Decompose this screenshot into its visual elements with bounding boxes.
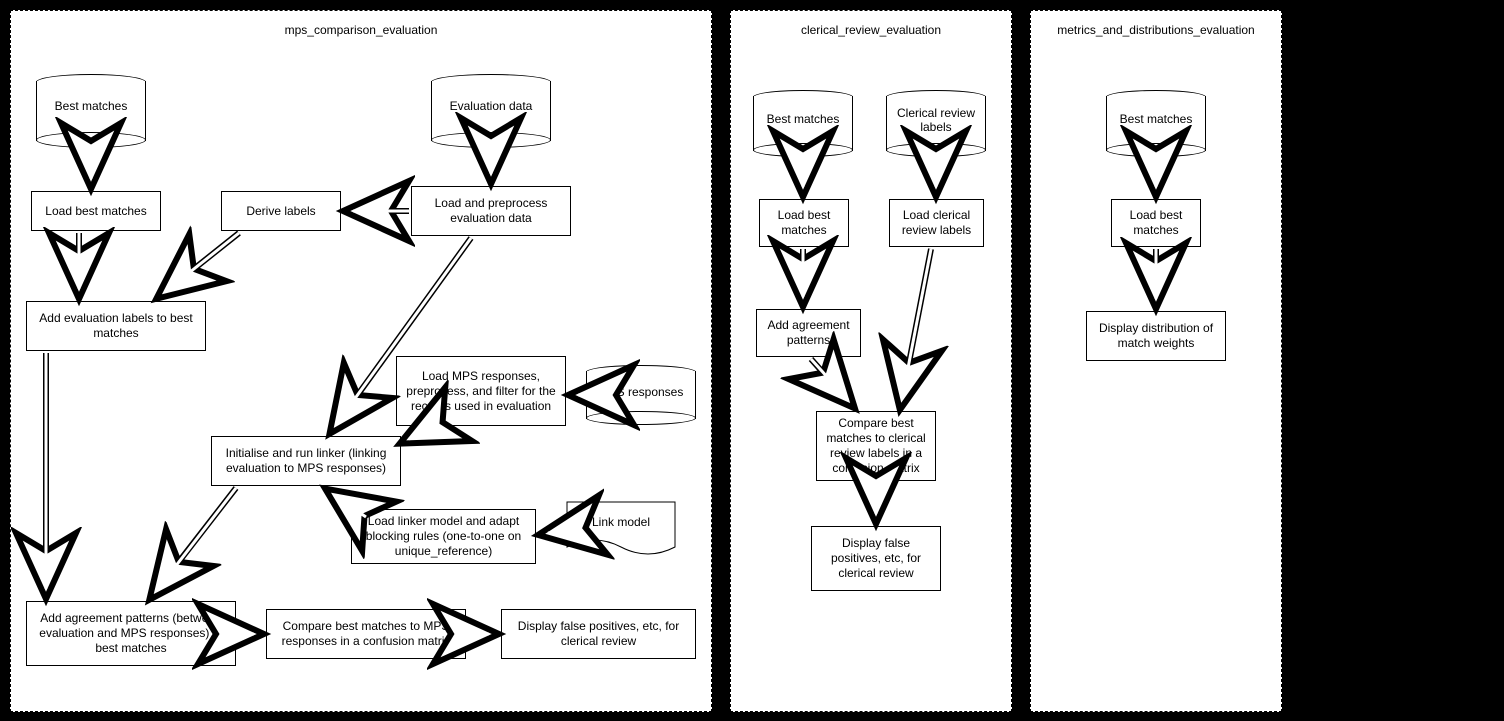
box-init-run-linker: Initialise and run linker (linking evalu… (211, 436, 401, 486)
panel-clerical-review: clerical_review_evaluation Best matches … (730, 10, 1012, 712)
box-compare-confusion-matrix: Compare best matches to MPS responses in… (266, 609, 466, 659)
arrow (901, 249, 931, 404)
cylinder-best-matches: Best matches (753, 96, 853, 151)
box-load-clerical-labels: Load clerical review labels (889, 199, 984, 247)
box-display-false-positives: Display false positives, etc, for cleric… (811, 526, 941, 591)
cylinder-label: Best matches (1106, 112, 1206, 126)
panel-mps-comparison: mps_comparison_evaluation Best matches E… (10, 10, 712, 712)
box-load-linker-model: Load linker model and adapt blocking rul… (351, 509, 536, 564)
diagram-stage: mps_comparison_evaluation Best matches E… (0, 0, 1504, 721)
cylinder-label: Evaluation data (431, 99, 551, 113)
cylinder-best-matches: Best matches (36, 81, 146, 141)
cylinder-best-matches: Best matches (1106, 96, 1206, 151)
box-add-agreement-patterns: Add agreement patterns (between evaluati… (26, 601, 236, 666)
box-load-best-matches: Load best matches (1111, 199, 1201, 247)
box-derive-labels: Derive labels (221, 191, 341, 231)
arrow (811, 359, 851, 404)
box-compare-confusion-matrix: Compare best matches to clerical review … (816, 411, 936, 481)
panel-title: clerical_review_evaluation (731, 23, 1011, 37)
cylinder-label: Best matches (36, 99, 146, 113)
panel-title: mps_comparison_evaluation (11, 23, 711, 37)
box-add-agreement-patterns: Add agreement patterns (756, 309, 861, 357)
box-display-false-positives: Display false positives, etc, for cleric… (501, 609, 696, 659)
box-load-best-matches: Load best matches (31, 191, 161, 231)
arrow (544, 531, 564, 534)
box-display-distribution: Display distribution of match weights (1086, 311, 1226, 361)
cylinder-label: Best matches (753, 112, 853, 126)
arrow (161, 233, 239, 295)
document-label: Link model (566, 515, 676, 529)
document-link-model: Link model (566, 501, 676, 561)
arrow (153, 488, 236, 595)
cylinder-evaluation-data: Evaluation data (431, 81, 551, 141)
box-load-best-matches: Load best matches (759, 199, 849, 247)
cylinder-clerical-labels: Clerical review labels (886, 96, 986, 151)
cylinder-label: MPS responses (586, 385, 696, 399)
panel-metrics-distributions: metrics_and_distributions_evaluation Bes… (1030, 10, 1282, 712)
arrow (405, 428, 431, 441)
cylinder-mps-responses: MPS responses (586, 371, 696, 419)
box-load-preprocess-eval: Load and preprocess evaluation data (411, 186, 571, 236)
cylinder-label: Clerical review labels (886, 106, 986, 134)
box-add-eval-labels: Add evaluation labels to best matches (26, 301, 206, 351)
box-load-mps-responses: Load MPS responses, preprocess, and filt… (396, 356, 566, 426)
panel-title: metrics_and_distributions_evaluation (1031, 23, 1281, 37)
